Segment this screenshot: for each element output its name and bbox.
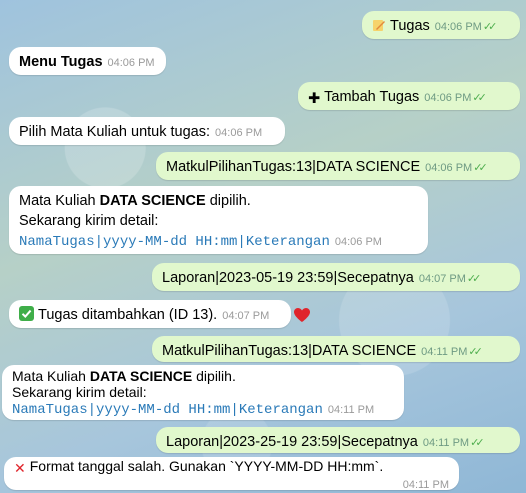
- message-line: NamaTugas|yyyy-MM-dd HH:mm|Keterangan 04:…: [12, 400, 394, 418]
- text-span: dipilih.: [205, 193, 251, 209]
- message-time: 04:11 PM: [421, 346, 468, 358]
- message-bubble[interactable]: ✚ Tambah Tugas 04:06 PM✓✓: [298, 82, 520, 110]
- double-check-icon: ✓✓: [482, 21, 498, 33]
- message-bubble[interactable]: ✕ Format tanggal salah. Gunakan `YYYY-MM-…: [4, 457, 459, 493]
- text-span: Mata Kuliah: [12, 368, 90, 384]
- double-check-icon: ✓✓: [472, 92, 487, 104]
- message-bubble[interactable]: Mata Kuliah DATA SCIENCE dipilih. Sekara…: [9, 186, 428, 254]
- message-time: 04:11 PM: [422, 437, 470, 449]
- message-time: 04:06 PM: [434, 21, 482, 33]
- message-text: Tugas: [390, 18, 430, 34]
- message-time: 04:06 PM: [334, 236, 382, 248]
- message-time: 04:07 PM: [222, 310, 270, 322]
- message-line: Mata Kuliah DATA SCIENCE dipilih.: [12, 368, 394, 384]
- message-bubble[interactable]: MatkulPilihanTugas:13|DATA SCIENCE 04:06 …: [156, 152, 520, 180]
- message-line: ✕ Format tanggal salah. Gunakan `YYYY-MM-…: [14, 459, 449, 476]
- plus-icon: ✚: [308, 91, 321, 107]
- cross-mark-icon: ✕: [14, 460, 26, 476]
- message-time: 04:07 PM: [418, 273, 466, 285]
- message-bubble[interactable]: Tugas 04:06 PM✓✓: [362, 11, 520, 39]
- message-bubble[interactable]: Tugas ditambahkan (ID 13). 04:07 PM: [9, 300, 291, 328]
- message-meta: 04:11 PM: [14, 476, 449, 493]
- message-line: NamaTugas|yyyy-MM-dd HH:mm|Keterangan 04:…: [19, 231, 418, 252]
- double-check-icon: ✓✓: [466, 273, 482, 285]
- heart-icon[interactable]: [293, 307, 311, 328]
- message-time: 04:11 PM: [327, 404, 375, 416]
- text-span: Mata Kuliah: [19, 193, 100, 209]
- course-name: DATA SCIENCE: [89, 368, 193, 384]
- message-line: Sekarang kirim detail:: [12, 384, 147, 400]
- message-text: Menu Tugas: [19, 54, 103, 70]
- double-check-icon: ✓✓: [473, 162, 488, 174]
- message-bubble[interactable]: Laporan|2023-05-19 23:59|Secepatnya 04:07…: [152, 263, 520, 291]
- message-text: Tambah Tugas: [324, 89, 420, 105]
- message-bubble[interactable]: Pilih Mata Kuliah untuk tugas: 04:06 PM: [9, 117, 285, 145]
- message-time: 04:11 PM: [402, 479, 449, 491]
- message-bubble[interactable]: Menu Tugas 04:06 PM: [9, 47, 166, 75]
- check-mark-icon: [19, 306, 34, 326]
- message-bubble[interactable]: Laporan|2023-25-19 23:59|Secepatnya 04:11…: [156, 427, 520, 453]
- message-text: Laporan|2023-25-19 23:59|Secepatnya: [166, 434, 418, 450]
- format-code: NamaTugas|yyyy-MM-dd HH:mm|Keterangan: [12, 402, 323, 418]
- message-time: 04:06 PM: [424, 92, 472, 104]
- message-text: Format tanggal salah. Gunakan `YYYY-MM-D…: [29, 458, 384, 474]
- message-bubble[interactable]: Mata Kuliah DATA SCIENCE dipilih. Sekara…: [2, 365, 404, 420]
- message-time: 04:06 PM: [215, 127, 263, 139]
- message-line: Sekarang kirim detail:: [19, 213, 159, 229]
- double-check-icon: ✓✓: [470, 437, 485, 449]
- message-text: Tugas ditambahkan (ID 13).: [38, 307, 218, 323]
- message-time: 04:06 PM: [425, 162, 473, 174]
- double-check-icon: ✓✓: [468, 346, 483, 358]
- message-text: MatkulPilihanTugas:13|DATA SCIENCE: [166, 159, 421, 175]
- message-line: Mata Kuliah DATA SCIENCE dipilih.: [19, 191, 418, 211]
- message-time: 04:06 PM: [107, 57, 155, 69]
- text-span: dipilih.: [192, 368, 236, 384]
- course-name: DATA SCIENCE: [99, 193, 206, 209]
- message-text: Pilih Mata Kuliah untuk tugas:: [19, 124, 211, 140]
- message-bubble[interactable]: MatkulPilihanTugas:13|DATA SCIENCE 04:11 …: [152, 336, 520, 362]
- format-code: NamaTugas|yyyy-MM-dd HH:mm|Keterangan: [19, 234, 330, 250]
- memo-icon: [372, 18, 386, 37]
- message-text: MatkulPilihanTugas:13|DATA SCIENCE: [162, 343, 417, 359]
- message-text: Laporan|2023-05-19 23:59|Secepatnya: [162, 270, 414, 286]
